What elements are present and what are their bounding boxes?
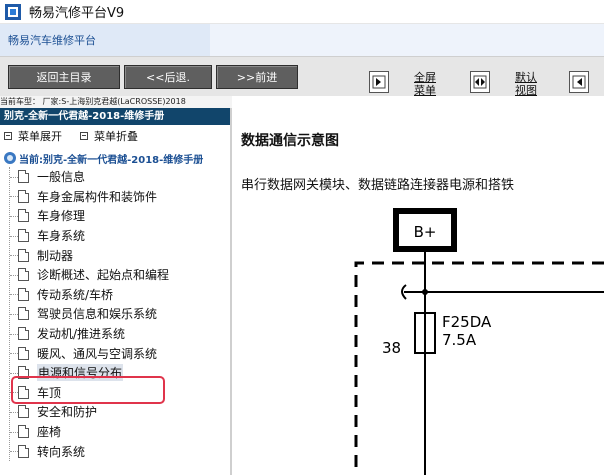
tree-item-safety[interactable]: 安全和防护 — [0, 402, 230, 422]
sidebar: 别克-全新一代君越-2018-维修手册 菜单展开 菜单折叠 当前:别克-全新一代… — [0, 108, 232, 475]
app-header: 畅易汽车维修平台 — [0, 24, 604, 56]
tree-item-brakes[interactable]: 制动器 — [0, 245, 230, 265]
manual-title: 别克-全新一代君越-2018-维修手册 — [0, 108, 230, 125]
document-icon — [18, 327, 29, 341]
tree-item-diagnostics[interactable]: 诊断概述、起始点和编程 — [0, 265, 230, 285]
selection-highlight-box — [11, 376, 165, 404]
tree-list: 一般信息 车身金属构件和装饰件 车身修理 车身系统 制动器 诊断概述、起始点和编… — [0, 167, 230, 461]
document-icon — [18, 248, 29, 262]
fuse-rating: 7.5A — [442, 331, 477, 349]
current-car-model: 当前车型： 厂家:S-上海别克君越(LaCROSSE)2018 — [0, 96, 232, 108]
tree-root[interactable]: 当前:别克-全新一代君越-2018-维修手册 — [0, 149, 230, 167]
forward-button[interactable]: >>前进 — [216, 65, 298, 89]
document-icon — [18, 268, 29, 282]
app-logo-icon — [5, 3, 21, 20]
page-subtitle: 串行数据网关模块、数据链路连接器电源和搭铁 — [241, 178, 515, 193]
tree-item-body-systems[interactable]: 车身系统 — [0, 226, 230, 246]
tree-item-body-metal-trim[interactable]: 车身金属构件和装饰件 — [0, 187, 230, 207]
collapse-icon — [80, 132, 88, 140]
document-icon — [18, 189, 29, 203]
junction-dot — [422, 289, 428, 295]
document-icon — [18, 229, 29, 243]
expand-left-icon[interactable] — [569, 71, 589, 93]
tree-controls: 菜单展开 菜单折叠 — [0, 125, 230, 147]
document-icon — [18, 209, 29, 223]
tree-item-engine[interactable]: 发动机/推进系统 — [0, 324, 230, 344]
back-home-button[interactable]: 返回主目录 — [8, 65, 120, 89]
document-icon — [18, 405, 29, 419]
toolbar: 返回主目录 <<后退. >>前进 全屏 菜单 默认 视图 — [0, 56, 604, 97]
wiring-diagram: B+ F25DA 7.5A 38 — [354, 208, 604, 475]
document-icon — [18, 287, 29, 301]
tree-item-general-info[interactable]: 一般信息 — [0, 167, 230, 187]
page-title: 数据通信示意图 — [241, 133, 339, 149]
module-dashed-boundary — [354, 261, 604, 475]
collapse-menu-button[interactable]: 菜单折叠 — [80, 128, 138, 144]
back-button[interactable]: <<后退. — [124, 65, 212, 89]
tree-item-seats[interactable]: 座椅 — [0, 422, 230, 442]
header-title: 畅易汽车维修平台 — [8, 34, 96, 47]
document-icon — [18, 307, 29, 321]
expand-menu-button[interactable]: 菜单展开 — [4, 128, 62, 144]
default-view-link[interactable]: 默认 视图 — [515, 71, 537, 97]
fuse-name: F25DA — [442, 313, 492, 331]
power-source-label: B+ — [414, 223, 437, 241]
header-brand-panel: 畅易汽车维修平台 — [0, 24, 210, 56]
fullscreen-menu-link[interactable]: 全屏 菜单 — [414, 71, 436, 97]
document-icon — [18, 444, 29, 458]
split-view-icon[interactable] — [470, 71, 490, 93]
window-title: 畅易汽修平台V9 — [29, 6, 125, 21]
collapse-left-icon[interactable] — [369, 71, 389, 93]
expand-icon — [4, 132, 12, 140]
tree-item-hvac[interactable]: 暖风、通风与空调系统 — [0, 343, 230, 363]
pin-number: 38 — [382, 339, 401, 357]
document-icon — [18, 346, 29, 360]
content-panel: 数据通信示意图 串行数据网关模块、数据链路连接器电源和搭铁 B+ F25DA 7… — [234, 108, 604, 475]
root-node-icon — [4, 152, 16, 164]
tree-item-drivetrain[interactable]: 传动系统/车桥 — [0, 285, 230, 305]
document-icon — [18, 425, 29, 439]
tree-item-body-repair[interactable]: 车身修理 — [0, 206, 230, 226]
tree-item-infotainment[interactable]: 驾驶员信息和娱乐系统 — [0, 304, 230, 324]
document-icon — [18, 170, 29, 184]
window-titlebar: 畅易汽修平台V9 — [0, 0, 604, 24]
tree-item-steering[interactable]: 转向系统 — [0, 441, 230, 461]
